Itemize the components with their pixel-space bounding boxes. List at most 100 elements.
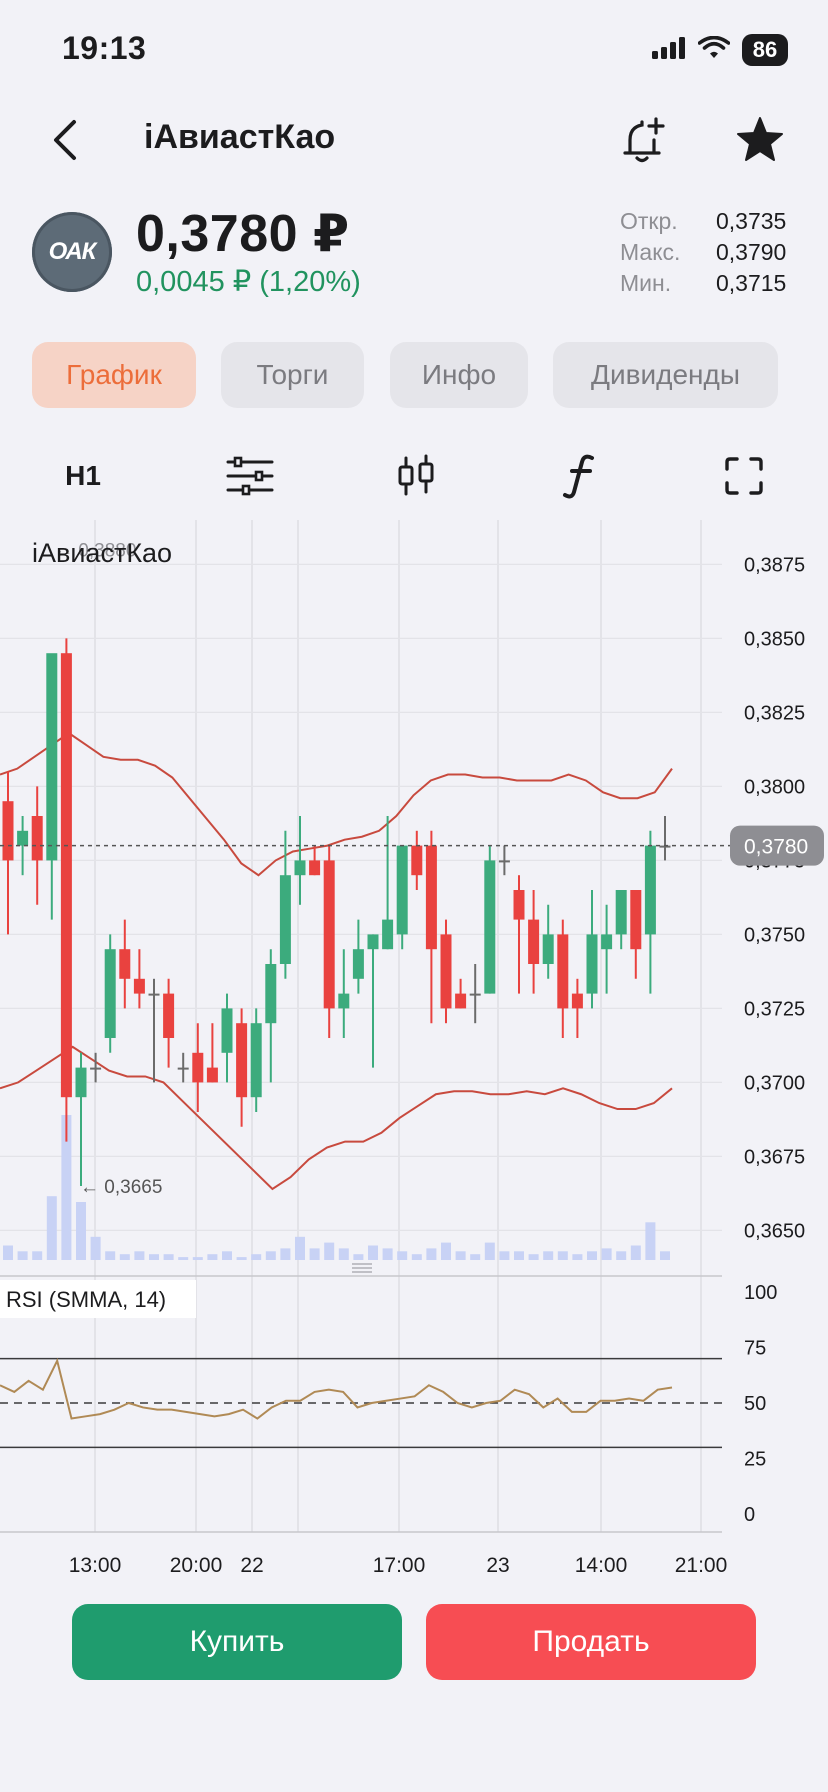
volume-bar: [528, 1254, 539, 1260]
volume-bar: [470, 1254, 481, 1260]
volume-bar: [557, 1251, 568, 1260]
candle-body: [60, 653, 72, 1098]
function-icon: [563, 454, 594, 499]
bollinger-upper-line: [0, 731, 673, 877]
indicator-settings-button[interactable]: [222, 446, 278, 506]
add-alert-button[interactable]: [616, 112, 672, 168]
price-tick-label: 0,3750: [744, 924, 805, 946]
volume-bar: [426, 1248, 437, 1260]
volume-bar: [441, 1242, 451, 1260]
favorite-button[interactable]: [732, 112, 788, 168]
price-chart[interactable]: 0,38750,38500,38250,38000,37750,37500,37…: [0, 520, 828, 1580]
time-tick-label: 14:00: [575, 1554, 628, 1577]
volume-bar: [660, 1251, 670, 1260]
sell-button[interactable]: Продать: [426, 1604, 756, 1680]
price-change: 0,0045 ₽ (1,20%): [136, 266, 361, 298]
volume-bar: [382, 1248, 393, 1260]
volume-bar: [163, 1254, 174, 1260]
candle-body: [338, 993, 350, 1009]
fullscreen-button[interactable]: [720, 446, 768, 506]
candle-body: [557, 934, 569, 1009]
current-price: 0,3780 ₽: [136, 205, 350, 263]
volume-bar: [119, 1254, 130, 1260]
rsi-tick-label: 100: [744, 1282, 777, 1304]
candle-body: [615, 890, 627, 935]
indicators-button[interactable]: [556, 446, 604, 506]
candlestick-icon: [398, 454, 434, 496]
volume-bar: [134, 1251, 145, 1260]
candle-body: [323, 860, 335, 1009]
candle-body: [484, 860, 496, 994]
candle-body: [46, 653, 58, 861]
tab-info[interactable]: Инфо: [390, 342, 528, 408]
pane-resize-handle[interactable]: [352, 1263, 372, 1273]
volume-bar: [514, 1251, 524, 1260]
candle-body: [90, 1067, 102, 1070]
volume-bar: [601, 1248, 612, 1260]
candle-body: [17, 830, 29, 846]
volume-bar: [105, 1251, 116, 1260]
volume-bar: [178, 1257, 189, 1260]
candle-body: [542, 934, 554, 964]
volume-bar: [280, 1248, 291, 1260]
candle-body: [498, 860, 510, 863]
candle-body: [192, 1052, 204, 1083]
price-tick-label: 0,3700: [744, 1072, 805, 1094]
price-tick-label: 0,3875: [744, 554, 805, 576]
stat-open: Откр. 0,3735: [620, 208, 787, 234]
tab-trades[interactable]: Торги: [221, 342, 364, 408]
volume-bar: [645, 1222, 656, 1260]
time-tick-label: 20:00: [170, 1554, 223, 1577]
tab-chart[interactable]: График: [32, 342, 196, 408]
candle-body: [133, 978, 145, 994]
chevron-left-icon: [54, 120, 76, 160]
price-stats: Откр. 0,3735 Макс. 0,3790 Мин. 0,3715: [620, 206, 786, 299]
candle-body: [411, 845, 423, 876]
volume-bar: [76, 1202, 86, 1260]
candle-body: [352, 949, 364, 979]
tab-dividends[interactable]: Дивиденды: [553, 342, 778, 408]
stat-low: Мин. 0,3715: [620, 270, 787, 296]
bell-plus-icon: [623, 117, 665, 163]
candle-body: [279, 875, 291, 964]
current-price-label: 0,3780: [744, 836, 808, 859]
logo-text: ОАК: [48, 238, 97, 265]
volume-bar: [17, 1251, 28, 1260]
candle-body: [177, 1067, 189, 1070]
chart-type-button[interactable]: [388, 446, 444, 506]
volume-bar: [616, 1251, 627, 1260]
price-tick-label: 0,3650: [744, 1220, 805, 1242]
back-button[interactable]: [44, 112, 88, 168]
price-tick-label: 0,3825: [744, 702, 805, 724]
candle-body: [644, 845, 656, 935]
battery-indicator: 86: [742, 34, 788, 66]
wifi-icon: [697, 35, 731, 65]
volume-bar: [587, 1251, 597, 1260]
price-tick-label: 0,3725: [744, 998, 805, 1020]
volume-bar: [251, 1254, 262, 1260]
status-indicators: 86: [652, 34, 788, 66]
price-tick-label: 0,3850: [744, 628, 805, 650]
status-time: 19:13: [62, 30, 147, 66]
volume-bar: [484, 1242, 495, 1260]
time-tick-label: 21:00: [675, 1554, 728, 1577]
rsi-line: [0, 1357, 673, 1420]
volume-bar: [46, 1196, 57, 1260]
candle-body: [440, 934, 452, 1009]
candle-body: [75, 1067, 87, 1098]
timeframe-button[interactable]: H1: [50, 446, 116, 506]
volume-bar: [192, 1257, 203, 1260]
volume-bar: [543, 1251, 554, 1260]
candle-body: [265, 964, 277, 1024]
volume-bar: [338, 1248, 349, 1260]
time-tick-label: 22: [240, 1554, 263, 1577]
rsi-tick-label: 75: [744, 1338, 766, 1360]
fullscreen-icon: [725, 457, 763, 495]
buy-button[interactable]: Купить: [72, 1604, 402, 1680]
price-tick-label: 0,3675: [744, 1146, 805, 1168]
volume-bar: [455, 1251, 466, 1260]
time-tick-label: 17:00: [373, 1554, 426, 1577]
volume-bar: [368, 1245, 378, 1260]
candle-body: [221, 1008, 233, 1053]
candle-body: [309, 860, 321, 876]
